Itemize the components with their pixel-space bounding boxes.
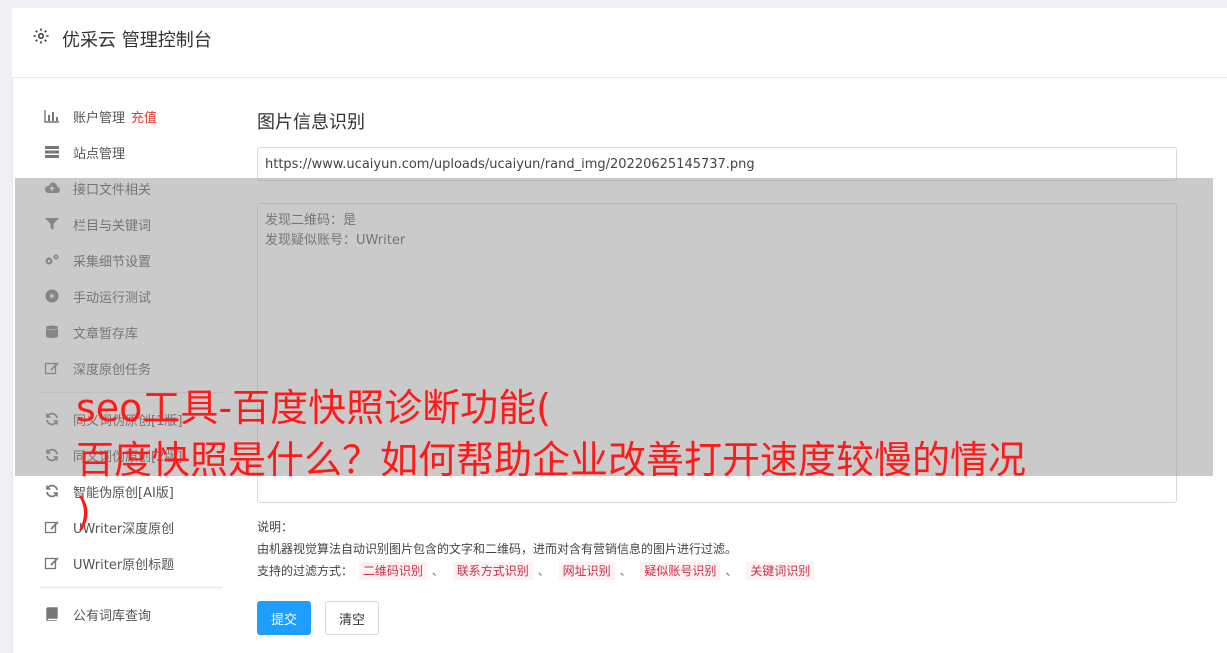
filter-tag: 关键词识别 [746,562,815,580]
sidebar-item-label: UWriter原创标题 [73,557,175,573]
sidebar-divider [40,587,222,588]
edit-icon [43,556,61,570]
filter-separator: 、 [537,564,550,578]
image-url-input[interactable] [257,147,1177,181]
page-header: 优采云 管理控制台 [12,8,1227,78]
clear-button[interactable]: 清空 [325,601,379,635]
filter-separator: 、 [619,564,632,578]
filter-tag: 网址识别 [558,562,615,580]
notes-text: 由机器视觉算法自动识别图片包含的文字和二维码，进而对含有营销信息的图片进行过滤。 [257,542,738,556]
filter-tag: 疑似账号识别 [640,562,721,580]
bar-chart-icon [43,109,61,123]
filter-methods: 支持的过滤方式： 二维码识别、 联系方式识别、 网址识别、 疑似账号识别、 关键… [257,560,816,582]
book-icon [43,607,61,621]
filter-label: 支持的过滤方式： [257,564,354,578]
edit-icon [43,520,61,534]
filter-separator: 、 [725,564,738,578]
filter-separator: 、 [431,564,444,578]
main-content: 图片信息识别 发现二维码：是 发现疑似账号：UWriter 说明： 由机器视觉算… [257,108,1177,635]
recharge-link[interactable]: 充值 [131,107,157,126]
sidebar-item-sites[interactable]: 站点管理 [40,134,225,170]
server-icon [43,145,61,159]
refresh-icon [43,484,61,498]
sidebar-item-account[interactable]: 账户管理 充值 [40,98,225,134]
filter-tag: 联系方式识别 [452,562,533,580]
overlay-headline: seo工具-百度快照诊断功能( 百度快照是什么？如何帮助企业改善打开速度较慢的情… [76,386,1027,534]
sidebar-item-label: 站点管理 [73,146,126,162]
console-title: 优采云 管理控制台 [62,30,212,51]
sidebar-item-public-lexicon[interactable]: 公有词库查询 [40,596,225,632]
page-title: 图片信息识别 [257,112,365,133]
submit-button[interactable]: 提交 [257,601,311,635]
filter-tag: 二维码识别 [358,562,427,580]
sidebar-item-label: 公有词库查询 [73,608,152,624]
sidebar-item-uwriter-title[interactable]: UWriter原创标题 [40,545,225,581]
gear-icon [32,27,50,45]
sidebar-item-label: 账户管理 [73,110,126,126]
